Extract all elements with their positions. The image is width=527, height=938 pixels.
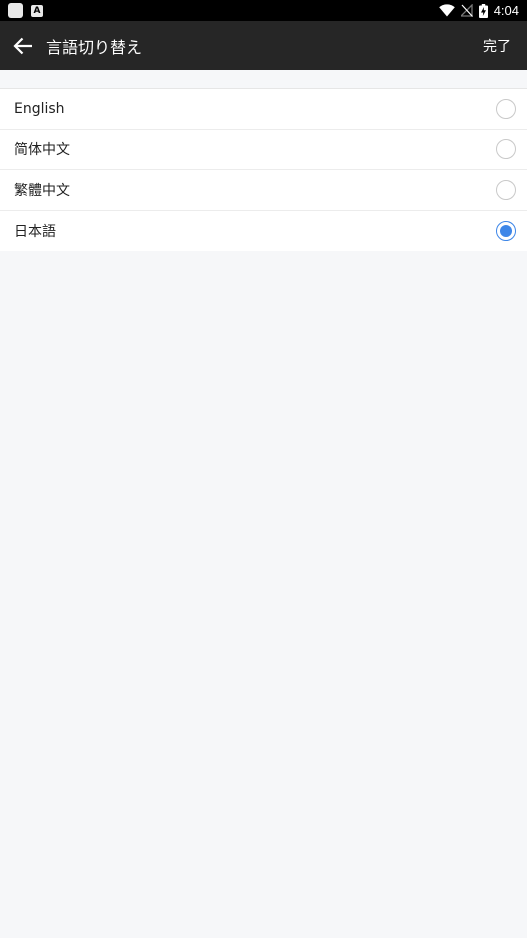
language-label: 日本語	[14, 223, 56, 240]
no-signal-icon	[460, 4, 473, 17]
app-notification-icon	[8, 3, 23, 18]
language-option-english[interactable]: English	[0, 89, 527, 130]
app-bar: 言語切り替え 完了	[0, 21, 527, 70]
language-option-traditional-chinese[interactable]: 繁體中文	[0, 170, 527, 211]
a-icon: A	[31, 4, 43, 17]
status-bar: A 4:04	[0, 0, 527, 21]
radio-dot	[500, 224, 512, 237]
status-right: 4:04	[438, 3, 519, 18]
radio-button[interactable]	[496, 139, 516, 160]
language-option-japanese[interactable]: 日本語	[0, 211, 527, 252]
page-title: 言語切り替え	[46, 37, 143, 57]
status-time: 4:04	[493, 3, 519, 18]
status-left: A	[8, 3, 43, 18]
radio-button[interactable]	[496, 98, 516, 119]
done-button[interactable]: 完了	[467, 21, 527, 70]
language-label: English	[14, 100, 65, 117]
language-option-simplified-chinese[interactable]: 简体中文	[0, 130, 527, 170]
radio-button[interactable]	[496, 179, 516, 200]
battery-charging-icon	[478, 3, 488, 18]
back-button[interactable]	[0, 21, 46, 70]
language-label: 繁體中文	[14, 182, 70, 199]
language-list: English 简体中文 繁體中文 日本語	[0, 88, 527, 251]
wifi-icon	[438, 4, 455, 17]
arrow-left-icon	[13, 37, 32, 54]
radio-button-selected[interactable]	[496, 220, 516, 241]
language-label: 简体中文	[14, 142, 70, 159]
